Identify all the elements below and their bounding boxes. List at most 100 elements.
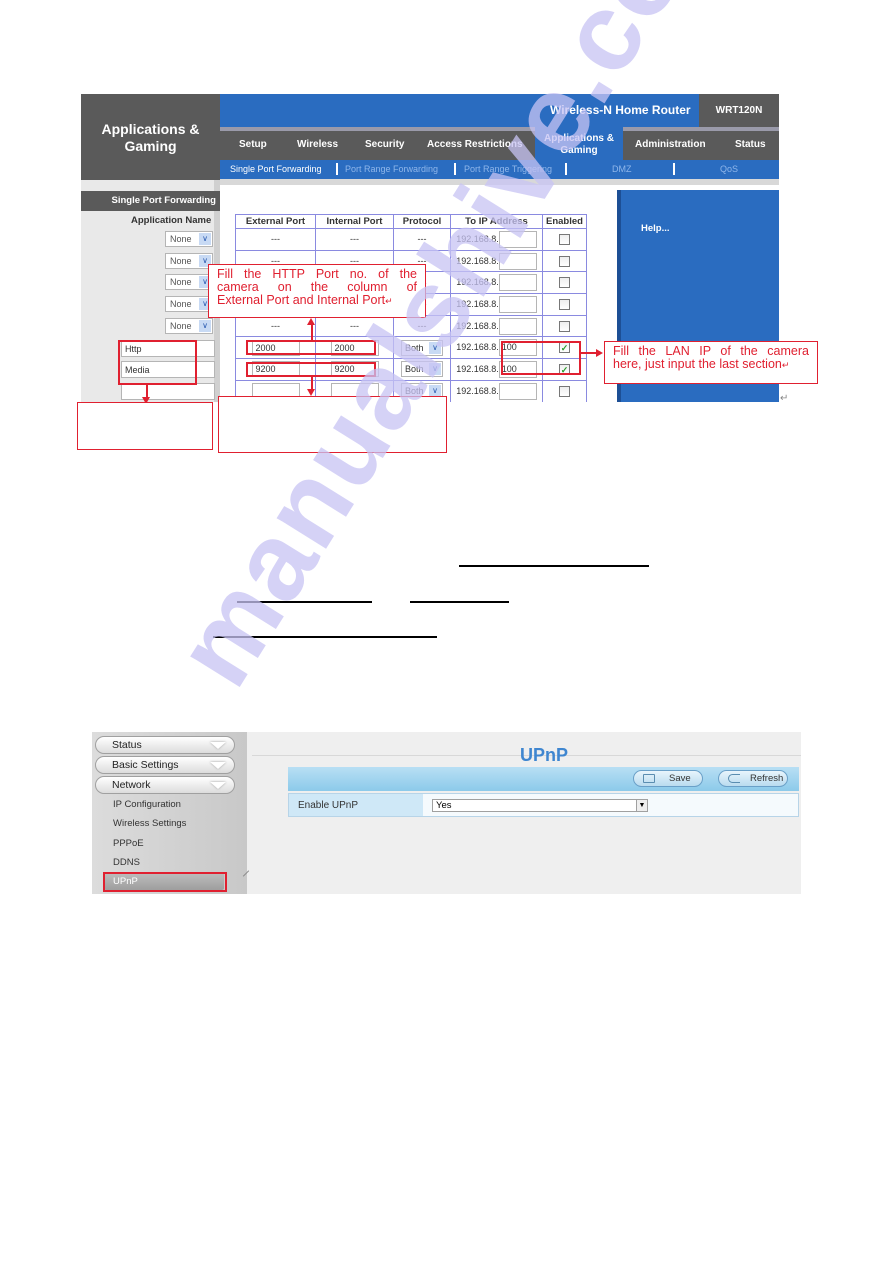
empty-callout-left (77, 402, 213, 450)
application-name-select[interactable]: None ∨ (165, 231, 213, 247)
col-ip-address: To IP Address (450, 214, 543, 229)
tab-wireless[interactable]: Wireless (297, 139, 338, 150)
enabled-checkbox[interactable] (558, 298, 570, 310)
underline-link[interactable] (459, 565, 649, 567)
ip-cell: 192.168.8. (450, 293, 543, 316)
subtab-dmz[interactable]: DMZ (612, 164, 632, 174)
application-name-select[interactable]: None ∨ (165, 252, 213, 269)
protocol-cell: Both ∨ (393, 358, 451, 381)
enable-upnp-select[interactable]: Yes ▼ (432, 799, 648, 812)
callout-connector (581, 352, 597, 354)
subtab-single-port-forwarding[interactable]: Single Port Forwarding (230, 164, 322, 174)
col-internal-port: Internal Port (315, 214, 394, 229)
refresh-icon (728, 774, 740, 783)
enabled-checkbox[interactable] (558, 255, 570, 267)
sidebar-item-ddns[interactable]: DDNS (113, 857, 140, 868)
help-link[interactable]: Help... (641, 223, 670, 234)
callout-connector (146, 385, 148, 397)
subnav-separator (336, 163, 338, 175)
protocol-value: --- (417, 234, 427, 245)
ip-last-octet-input[interactable] (498, 317, 537, 335)
table-row: --- --- --- 192.168.8. (235, 228, 587, 251)
tab-setup[interactable]: Setup (239, 139, 267, 150)
router-top-bar: Wireless-N Home Router WRT120N (220, 94, 779, 127)
save-button[interactable]: Save (633, 770, 703, 787)
ip-last-octet-input[interactable] (498, 274, 537, 292)
tab-applications-gaming[interactable]: Applications & Gaming (535, 127, 623, 164)
table-row: --- --- --- 192.168.8. (235, 314, 587, 338)
underline-link[interactable] (237, 601, 372, 603)
col-enabled: Enabled (542, 214, 587, 229)
enabled-cell (542, 271, 587, 295)
application-name-header: Application Name (131, 215, 212, 226)
callout-connector (311, 377, 313, 389)
application-name-input[interactable] (121, 382, 215, 400)
chevron-down-icon: ∨ (429, 363, 441, 376)
media-port-highlight-box (246, 362, 376, 377)
model-name: WRT120N (699, 94, 779, 127)
application-name-select[interactable]: None ∨ (165, 317, 213, 334)
application-name-select[interactable]: None ∨ (165, 274, 213, 291)
underline-link[interactable] (213, 636, 437, 638)
arrow-down-icon (307, 389, 315, 396)
subtab-qos[interactable]: QoS (720, 164, 738, 174)
protocol-select[interactable]: Both ∨ (401, 361, 443, 378)
internal-port-value: --- (350, 234, 359, 245)
refresh-button[interactable]: Refresh (718, 770, 788, 787)
gray-strip (220, 179, 779, 185)
ip-prefix: 192.168.8. (456, 277, 499, 288)
ip-cell: 192.168.8. (450, 314, 543, 338)
upnp-screenshot: Status Basic Settings Network IP Configu… (92, 732, 801, 894)
internal-port-cell: --- (315, 228, 394, 251)
ip-cell: 192.168.8. (450, 249, 543, 273)
router-brand: Applications & Gaming (81, 94, 220, 180)
ip-last-octet-input[interactable] (498, 295, 537, 313)
chevron-down-icon: ∨ (199, 233, 211, 245)
underline-link[interactable] (410, 601, 509, 603)
main-nav: Setup Wireless Security Access Restricti… (220, 127, 779, 164)
subnav-separator (673, 163, 675, 175)
ip-highlight-box (501, 341, 581, 375)
enable-upnp-label: Enable UPnP (289, 794, 423, 816)
enabled-checkbox[interactable] (558, 320, 570, 332)
protocol-cell: --- (393, 228, 451, 251)
ip-last-octet-input[interactable] (498, 252, 537, 270)
sidebar-group-basic-settings[interactable]: Basic Settings (95, 756, 235, 774)
chevron-down-icon: ∨ (429, 341, 441, 354)
ip-prefix: 192.168.8. (456, 363, 499, 374)
subtab-port-range-forwarding[interactable]: Port Range Forwarding (345, 164, 438, 174)
sidebar-group-status[interactable]: Status (95, 736, 235, 754)
enabled-checkbox[interactable] (558, 385, 570, 397)
arrow-up-icon (307, 318, 315, 325)
dropdown-arrow-icon: ▼ (636, 800, 647, 811)
tab-security[interactable]: Security (365, 139, 404, 150)
application-name-select[interactable]: None ∨ (165, 296, 213, 313)
ip-prefix: 192.168.8. (456, 385, 499, 396)
protocol-select[interactable]: Both ∨ (401, 339, 443, 356)
enable-upnp-row: Enable UPnP Yes ▼ (288, 793, 799, 817)
subtab-port-range-triggering[interactable]: Port Range Triggering (464, 164, 552, 174)
sidebar-group-network[interactable]: Network (95, 776, 235, 794)
chevron-down-icon (210, 742, 226, 749)
chevron-down-icon (210, 762, 226, 769)
enabled-checkbox[interactable] (558, 233, 570, 245)
save-icon (643, 774, 655, 783)
toolbar: Save Refresh (288, 767, 799, 791)
sidebar-item-pppoe[interactable]: PPPoE (113, 838, 144, 849)
sidebar-item-ip-configuration[interactable]: IP Configuration (113, 799, 181, 810)
subnav-separator (565, 163, 567, 175)
enabled-checkbox[interactable] (558, 277, 570, 289)
ip-last-octet-input[interactable] (498, 382, 537, 400)
enabled-cell (542, 379, 587, 402)
tab-status[interactable]: Status (735, 139, 766, 150)
product-name: Wireless-N Home Router (550, 103, 691, 117)
sidebar-item-wireless-settings[interactable]: Wireless Settings (113, 818, 186, 829)
ip-cell: 192.168.8. (450, 228, 543, 251)
tab-access-restrictions[interactable]: Access Restrictions (427, 139, 523, 150)
external-port-cell: --- (235, 314, 316, 338)
protocol-cell: --- (393, 314, 451, 338)
protocol-cell: Both ∨ (393, 336, 451, 360)
lan-ip-callout: Fill the LAN IP of the camera here, just… (604, 341, 818, 384)
ip-last-octet-input[interactable] (498, 230, 537, 248)
tab-administration[interactable]: Administration (635, 139, 706, 150)
